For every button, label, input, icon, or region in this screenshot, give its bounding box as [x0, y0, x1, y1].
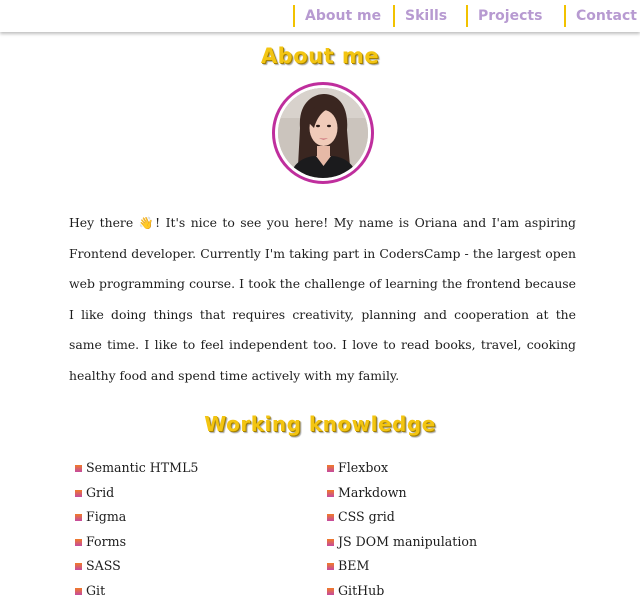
list-item: Flexbox	[327, 456, 477, 481]
list-item: Markdown	[327, 481, 477, 506]
list-item: CSS grid	[327, 505, 477, 530]
list-item: JS DOM manipulation	[327, 530, 477, 555]
list-item: Grid	[75, 481, 198, 506]
square-bullet-icon	[327, 489, 334, 497]
square-bullet-icon	[327, 587, 334, 595]
working-knowledge-heading: Working knowledge	[204, 412, 436, 436]
square-bullet-icon	[327, 563, 334, 571]
square-bullet-icon	[75, 587, 82, 595]
nav-link-projects[interactable]: Projects	[466, 5, 542, 27]
square-bullet-icon	[327, 514, 334, 522]
nav-link-skills[interactable]: Skills	[393, 5, 447, 27]
top-navigation: About me Skills Projects Contact	[0, 0, 640, 32]
profile-photo-icon	[278, 88, 368, 178]
skills-list-right: Flexbox Markdown CSS grid JS DOM manipul…	[327, 456, 477, 604]
list-item: BEM	[327, 554, 477, 579]
list-item: Git	[75, 579, 198, 604]
list-item: Forms	[75, 530, 198, 555]
about-text-body: ! It's nice to see you here! My name is …	[69, 215, 576, 383]
profile-avatar	[272, 82, 374, 184]
list-item: Semantic HTML5	[75, 456, 198, 481]
skills-list-left: Semantic HTML5 Grid Figma Forms SASS Git	[75, 456, 198, 604]
square-bullet-icon	[75, 514, 82, 522]
square-bullet-icon	[327, 538, 334, 546]
about-me-text: Hey there 👋! It's nice to see you here! …	[69, 208, 576, 391]
square-bullet-icon	[75, 465, 82, 472]
about-text-intro: Hey there	[69, 215, 139, 230]
nav-link-contact[interactable]: Contact	[564, 5, 637, 27]
about-me-heading: About me	[260, 44, 380, 68]
list-item: Figma	[75, 505, 198, 530]
square-bullet-icon	[75, 563, 82, 571]
square-bullet-icon	[75, 538, 82, 546]
square-bullet-icon	[327, 465, 334, 472]
list-item: GitHub	[327, 579, 477, 604]
square-bullet-icon	[75, 489, 82, 497]
list-item: SASS	[75, 554, 198, 579]
nav-link-about-me[interactable]: About me	[293, 5, 381, 27]
waving-hand-icon: 👋	[138, 216, 156, 230]
